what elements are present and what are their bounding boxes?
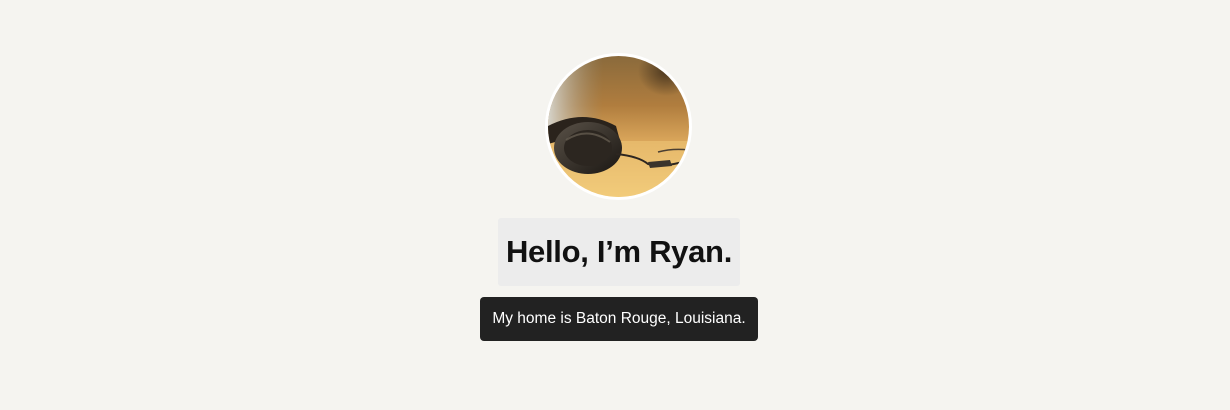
location-text: My home is Baton Rouge, Louisiana. xyxy=(492,310,746,327)
avatar xyxy=(545,53,692,200)
greeting-container: Hello, I’m Ryan. xyxy=(498,218,740,286)
location-badge: My home is Baton Rouge, Louisiana. xyxy=(480,297,758,341)
profile-card: Hello, I’m Ryan. My home is Baton Rouge,… xyxy=(0,0,1230,410)
greeting-heading: Hello, I’m Ryan. xyxy=(505,234,733,269)
avatar-photo xyxy=(548,56,689,197)
